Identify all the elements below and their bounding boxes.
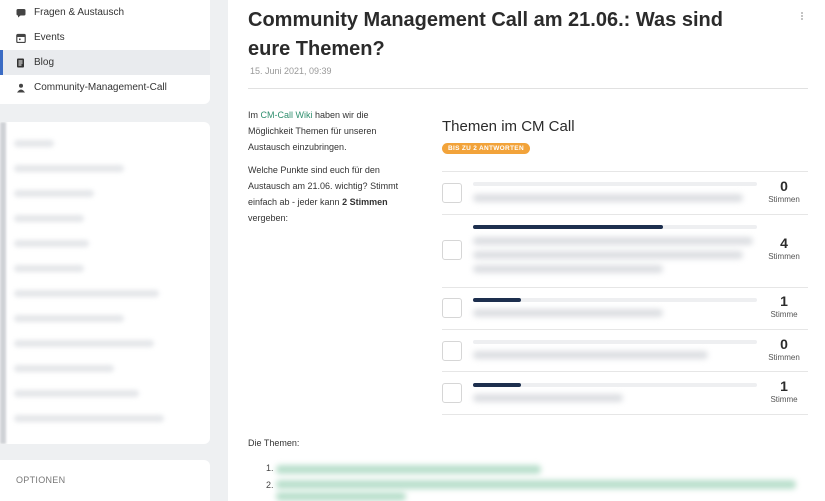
sidebar-nav: Fragen & Austausch Events Blog Community… [0,0,210,104]
poll-option: 0 Stimmen [442,171,808,214]
group-icon [16,83,26,93]
sidebar-item-community-management-call[interactable]: Community-Management-Call [0,75,210,100]
blurred-line [14,265,84,272]
poll-checkbox[interactable] [442,341,462,361]
poll-checkbox[interactable] [442,240,462,260]
blurred-line [14,240,89,247]
sidebar-item-label: Community-Management-Call [34,82,167,93]
blurred-option-text [473,394,623,402]
vote-unit: Stimme [770,395,798,404]
vote-count: 0 Stimmen [762,178,806,206]
wiki-link[interactable]: CM-Call Wiki [261,110,313,120]
vote-bar-track [473,340,757,344]
poll-option: 1 Stimme [442,371,808,414]
blurred-topic-link[interactable] [276,480,796,489]
question-paragraph: Welche Punkte sind euch für den Austausc… [248,162,408,226]
vote-bar-fill [473,298,522,302]
blurred-option-text [473,351,708,359]
intro-prefix: Im [248,110,261,120]
vote-unit: Stimmen [768,252,800,261]
poll-badge: BIS ZU 2 ANTWORTEN [442,143,530,154]
blurred-line [14,215,84,222]
vote-count: 1 Stimme [762,293,806,321]
sidebar-item-events[interactable]: Events [0,25,210,50]
blog-icon [16,58,26,68]
vote-count: 1 Stimme [762,378,806,406]
votes-emphasis: 2 Stimmen [342,197,388,207]
blurred-topic-link[interactable] [276,465,541,474]
poll-bottom-divider [442,414,808,415]
sidebar-item-blog[interactable]: Blog [0,50,210,75]
blurred-line [14,365,114,372]
poll-checkbox[interactable] [442,183,462,203]
blurred-line [14,140,54,147]
calendar-icon [16,33,26,43]
blurred-option-text [473,265,663,273]
vote-unit: Stimmen [768,353,800,362]
chat-icon [16,8,26,18]
vote-bar-fill [473,225,664,229]
poll-checkbox[interactable] [442,383,462,403]
sidebar-item-fragen[interactable]: Fragen & Austausch [0,0,210,25]
post-date: 15. Juni 2021, 09:39 [250,66,332,76]
poll-checkbox[interactable] [442,298,462,318]
blurred-line [14,315,124,322]
vote-number: 0 [780,336,788,352]
sidebar-item-label: Events [34,32,65,43]
sidebar-item-label: Blog [34,57,55,68]
blurred-line [14,390,139,397]
blurred-option-text [473,251,743,259]
vote-unit: Stimme [770,310,798,319]
blurred-line [14,415,164,422]
vote-number: 0 [780,178,788,194]
poll-header: Themen im CM Call BIS ZU 2 ANTWORTEN [442,118,808,155]
list-number: 2. [266,480,274,490]
sidebar-edge [0,122,6,444]
intro-paragraph: Im CM-Call Wiki haben wir die Möglichkei… [248,107,408,155]
blurred-line [14,190,94,197]
more-options-icon[interactable] [799,10,805,24]
vote-bar-fill [473,383,522,387]
topics-label: Die Themen: [248,438,300,448]
vote-bar-track [473,182,757,186]
vote-number: 1 [780,293,788,309]
blurred-option-text [473,237,753,245]
vote-number: 4 [780,235,788,251]
vote-bar-track [473,383,757,387]
blurred-line [14,290,159,297]
sidebar-blurred-widget [0,122,210,444]
poll-option: 1 Stimme [442,287,808,329]
vote-unit: Stimmen [768,195,800,204]
sidebar-item-label: Fragen & Austausch [34,7,125,18]
blurred-line [14,165,124,172]
poll-option: 4 Stimmen [442,214,808,287]
vote-number: 1 [780,378,788,394]
options-panel: OPTIONEN [0,460,210,501]
poll-title: Themen im CM Call [442,118,575,135]
post-title: Community Management Call am 21.06.: Was… [248,9,723,60]
blurred-line [14,340,154,347]
options-label: OPTIONEN [16,475,66,485]
post-body: Im CM-Call Wiki haben wir die Möglichkei… [248,107,408,233]
post-card: Community Management Call am 21.06.: Was… [228,0,825,501]
blurred-option-text [473,194,743,202]
vote-bar-track [473,298,757,302]
vote-bar-track [473,225,757,229]
question-suffix: vergeben: [248,213,289,223]
divider [248,88,808,89]
blurred-topic-link[interactable] [276,492,406,501]
vote-count: 0 Stimmen [762,336,806,364]
blurred-option-text [473,309,663,317]
poll-option: 0 Stimmen [442,329,808,371]
vote-count: 4 Stimmen [762,235,806,263]
list-number: 1. [266,463,274,473]
